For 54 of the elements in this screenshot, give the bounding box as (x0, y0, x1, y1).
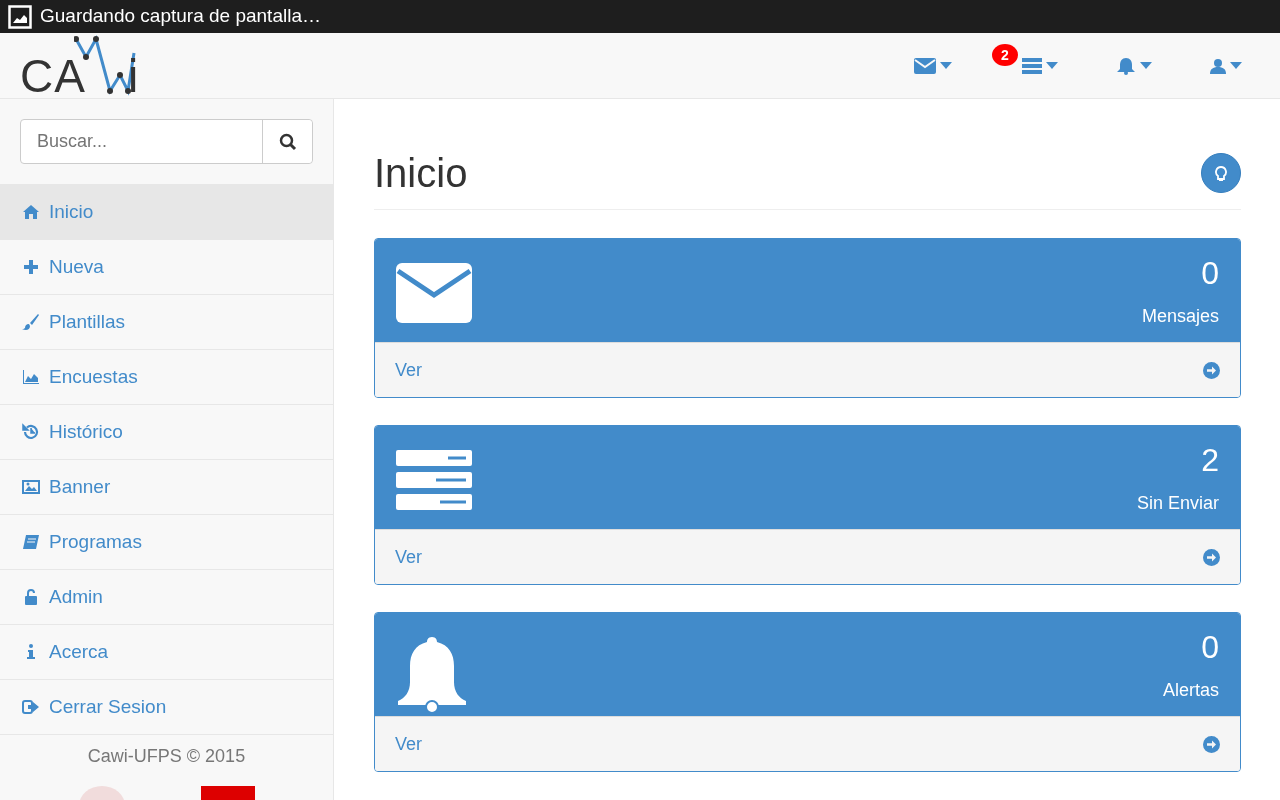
user-icon (1210, 57, 1226, 74)
book-icon (22, 533, 40, 551)
sidebar-item[interactable]: Plantillas (0, 294, 333, 349)
view-link[interactable]: Ver (395, 730, 423, 758)
list-icon (396, 450, 472, 510)
history-icon (22, 423, 40, 441)
lightbulb-button[interactable] (1201, 153, 1241, 193)
bell-icon (396, 637, 468, 713)
sidebar-item[interactable]: Acerca (0, 624, 333, 679)
sign-out-icon (22, 698, 40, 716)
arrow-circle-icon[interactable] (1203, 548, 1220, 566)
caret-icon (1046, 62, 1058, 69)
notification-text: Guardando captura de pantalla… (40, 4, 321, 29)
search-icon (278, 133, 297, 152)
sidebar-item[interactable]: Nueva (0, 239, 333, 294)
logo-drawing: CA i (20, 32, 148, 99)
search-button[interactable] (262, 120, 312, 163)
count-text: 0 (1200, 631, 1219, 663)
image-icon (8, 4, 32, 29)
brush-icon (22, 313, 40, 331)
image-icon (22, 478, 40, 496)
caret-icon (1140, 62, 1152, 69)
list-icon (1022, 57, 1042, 74)
area-chart-icon (22, 368, 40, 386)
search-input[interactable]: Buscar... (21, 120, 262, 163)
count-text: 2 (1200, 444, 1219, 476)
sidebar-item[interactable]: Encuestas (0, 349, 333, 404)
sidebar-item[interactable]: Inicio (0, 184, 333, 239)
view-link[interactable]: Ver (395, 543, 423, 571)
lightbulb-icon (1215, 165, 1227, 182)
bell-icon (1116, 56, 1136, 75)
caret-icon (1230, 62, 1242, 69)
search-box[interactable]: Buscar... (20, 119, 313, 164)
plus-icon (22, 258, 40, 276)
arrow-circle-icon[interactable] (1203, 735, 1220, 753)
sidebar-item[interactable]: Histórico (0, 404, 333, 459)
panel-label: Mensajes (1141, 305, 1219, 328)
notification-badge: 2 (992, 43, 1018, 66)
panel-label: Sin Enviar (1136, 492, 1219, 515)
unlock-icon (22, 588, 40, 606)
panel-label: Alertas (1162, 679, 1219, 702)
envelope-icon (396, 263, 472, 323)
envelope-icon (914, 57, 936, 74)
sidebar-item[interactable]: Programas (0, 514, 333, 569)
sidebar-item[interactable]: Banner (0, 459, 333, 514)
sidebar-item[interactable]: Cerrar Sesion (0, 679, 333, 734)
home-icon (22, 203, 40, 221)
copyright-text: Cawi-UFPS © 2015 (87, 746, 246, 766)
page-title: Inicio (374, 150, 468, 197)
arrow-circle-icon[interactable] (1203, 361, 1220, 379)
sidebar-item[interactable]: Admin (0, 569, 333, 624)
caret-icon (940, 62, 952, 69)
count-text: 0 (1200, 257, 1219, 289)
view-link[interactable]: Ver (395, 356, 423, 384)
